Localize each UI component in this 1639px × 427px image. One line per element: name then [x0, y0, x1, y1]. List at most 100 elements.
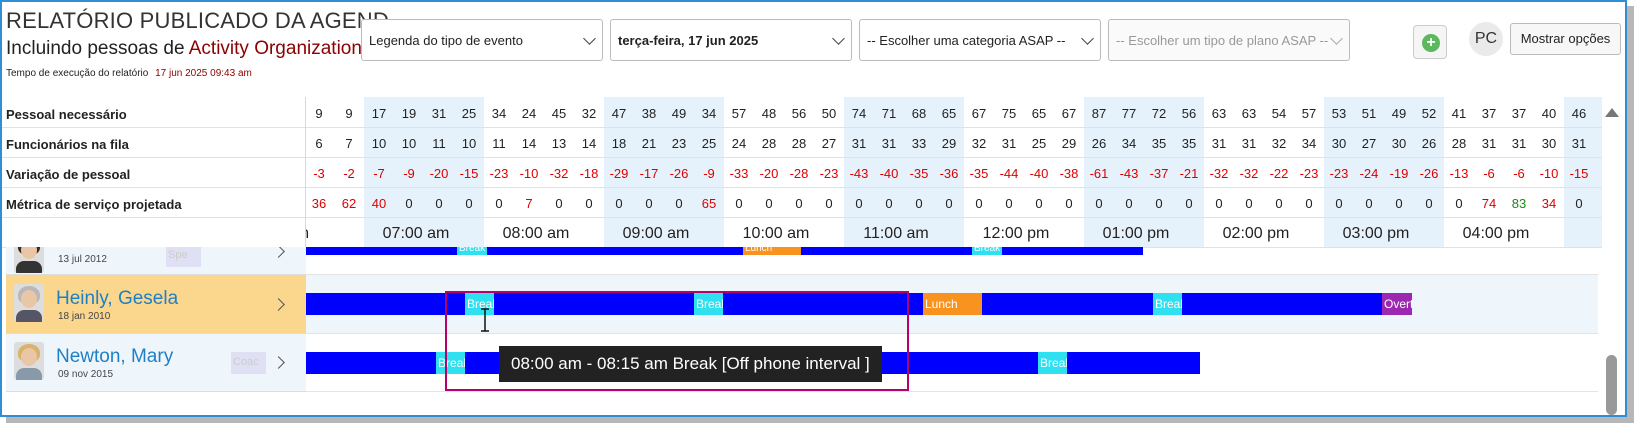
- asap-category-select[interactable]: -- Escolher uma categoria ASAP --: [859, 19, 1101, 61]
- metric-cell-service-metric: 0: [1245, 196, 1253, 211]
- metric-cell-in-queue: 11: [432, 136, 446, 151]
- scrollbar-thumb[interactable]: [1606, 355, 1617, 415]
- staffing-metrics-grid: 9 6 -3 36 9 7 -2 62 17 10 -7 40 19 10 -9 0 31 11 -20 0 25 10-…: [306, 97, 1602, 247]
- add-button[interactable]: +: [1413, 25, 1447, 59]
- asap-category-value: -- Escolher uma categoria ASAP --: [867, 33, 1066, 48]
- chevron-right-icon[interactable]: [272, 298, 285, 311]
- metric-cell-in-queue: 10: [401, 136, 417, 151]
- plus-icon: +: [1422, 34, 1440, 52]
- row-label-staff-variance: Variação de pessoal: [6, 167, 131, 182]
- metric-cell-variance: -6: [1513, 166, 1525, 181]
- metric-cell-variance: -44: [999, 166, 1019, 181]
- break-event[interactable]: Break: [457, 247, 487, 255]
- metric-cell-variance: -23: [819, 166, 839, 181]
- metric-cell-in-queue: 35: [1181, 136, 1197, 151]
- metric-cell-variance: -61: [1089, 166, 1109, 181]
- metric-cell-variance: -23: [1299, 166, 1319, 181]
- user-avatar[interactable]: PC: [1469, 22, 1503, 56]
- agent-info[interactable]: Coac Newton, Mary 09 nov 2015: [6, 334, 306, 392]
- metric-cell-service-metric: 0: [615, 196, 623, 211]
- metric-cell-required: 48: [761, 106, 777, 121]
- metric-cell-variance: -23: [1329, 166, 1349, 181]
- metric-cell-variance: -23: [489, 166, 509, 181]
- metric-cell-variance: -37: [1149, 166, 1169, 181]
- metric-cell-in-queue: 31: [851, 136, 867, 151]
- hour-label: 10:00 am: [742, 225, 810, 242]
- metric-cell-in-queue: 32: [1271, 136, 1287, 151]
- row-label-required-staff: Pessoal necessário: [6, 107, 127, 122]
- metric-cell-service-metric: 0: [1305, 196, 1313, 211]
- event-legend-value: Legenda do tipo de evento: [369, 33, 523, 48]
- report-subtitle: Incluindo pessoas de Activity Organizati…: [6, 38, 362, 60]
- metric-cell-service-metric: 0: [1065, 196, 1073, 211]
- metric-cell-service-metric: 0: [945, 196, 953, 211]
- metric-cell-in-queue: 23: [671, 136, 687, 151]
- hour-label: 04:00 pm: [1462, 225, 1530, 242]
- metric-cell-service-metric: 0: [1185, 196, 1193, 211]
- metric-cell-variance: -38: [1059, 166, 1079, 181]
- hour-label: 03:00 pm: [1342, 225, 1410, 242]
- metric-cell-required: 74: [851, 106, 867, 121]
- metric-cell-in-queue: 10: [371, 136, 387, 151]
- overtime-event[interactable]: Overti: [1382, 293, 1412, 315]
- agent-photo: [14, 342, 44, 380]
- shift-bar[interactable]: [306, 247, 1143, 255]
- metric-cell-variance: -19: [1389, 166, 1409, 181]
- lunch-event[interactable]: Lunch: [743, 247, 801, 255]
- metric-cell-variance: -21: [1179, 166, 1199, 181]
- metric-cell-in-queue: 30: [1391, 136, 1407, 151]
- break-event[interactable]: Break: [1153, 293, 1182, 315]
- chevron-down-icon: [583, 32, 596, 45]
- vertical-scrollbar[interactable]: [1598, 102, 1625, 415]
- metric-cell-in-queue: 31: [1511, 136, 1527, 151]
- metric-cell-variance: -10: [519, 166, 539, 181]
- hour-label: 05: [1556, 225, 1602, 243]
- metric-cell-service-metric: 36: [311, 196, 327, 211]
- metric-cell-variance: -15: [459, 166, 479, 181]
- agent-row[interactable]: Spe 13 jul 2012 Break Lunch Break: [2, 247, 1598, 275]
- agent-name[interactable]: Newton, Mary: [56, 346, 173, 368]
- event-tooltip: 08:00 am - 08:15 am Break [Off phone int…: [499, 346, 882, 382]
- metric-cell-required: 72: [1151, 106, 1167, 121]
- break-event[interactable]: Break: [1038, 352, 1067, 374]
- metric-cell-required: 71: [881, 106, 897, 121]
- chevron-right-icon[interactable]: [272, 247, 285, 258]
- chevron-right-icon[interactable]: [272, 356, 285, 369]
- metric-cell-service-metric: 40: [371, 196, 387, 211]
- metric-cell-in-queue: 29: [1061, 136, 1077, 151]
- lunch-event[interactable]: Lunch: [923, 293, 982, 315]
- event-legend-select[interactable]: Legenda do tipo de evento: [361, 19, 603, 61]
- metric-cell-variance: -2: [343, 166, 355, 181]
- agent-info[interactable]: Heinly, Gesela 18 jan 2010: [6, 275, 306, 334]
- metric-cell-required: 56: [791, 106, 807, 121]
- asap-plan-type-select[interactable]: -- Escolher um tipo de plano ASAP --: [1108, 19, 1350, 61]
- metric-cell-in-queue: 31: [1001, 136, 1017, 151]
- date-select[interactable]: terça-feira, 17 jun 2025: [610, 19, 852, 61]
- metric-cell-required: 38: [641, 106, 657, 121]
- metric-cell-required: 75: [1001, 106, 1017, 121]
- asap-plan-type-value: -- Escolher um tipo de plano ASAP --: [1116, 33, 1329, 48]
- metric-cell-in-queue: 30: [1541, 136, 1557, 151]
- metric-cell-required: 41: [1451, 106, 1467, 121]
- hour-label: 08:00 am: [502, 225, 570, 242]
- metric-cell-service-metric: 74: [1481, 196, 1497, 211]
- hour-label: 01:00 pm: [1102, 225, 1170, 242]
- show-options-button[interactable]: Mostrar opções: [1510, 23, 1621, 55]
- metric-cell-service-metric: 0: [735, 196, 743, 211]
- metric-cell-in-queue: 6: [315, 136, 323, 151]
- metric-cell-variance: -15: [1569, 166, 1589, 181]
- metric-cell-required: 50: [821, 106, 837, 121]
- metric-cell-required: 51: [1361, 106, 1377, 121]
- metric-cell-required: 40: [1541, 106, 1557, 121]
- metric-cell-required: 37: [1511, 106, 1527, 121]
- metric-cell-required: 24: [521, 106, 537, 121]
- metric-cell-service-metric: 0: [1455, 196, 1463, 211]
- break-event[interactable]: Break: [972, 247, 1002, 255]
- agent-info[interactable]: Spe 13 jul 2012: [6, 247, 306, 275]
- metric-cell-in-queue: 26: [1421, 136, 1437, 151]
- agent-name[interactable]: Heinly, Gesela: [56, 288, 178, 310]
- runtime-label: Tempo de execução do relatório: [6, 68, 149, 79]
- hour-label: 09:00 am: [622, 225, 690, 242]
- metric-cell-in-queue: 11: [492, 136, 506, 151]
- scroll-up-arrow-icon[interactable]: [1605, 108, 1619, 117]
